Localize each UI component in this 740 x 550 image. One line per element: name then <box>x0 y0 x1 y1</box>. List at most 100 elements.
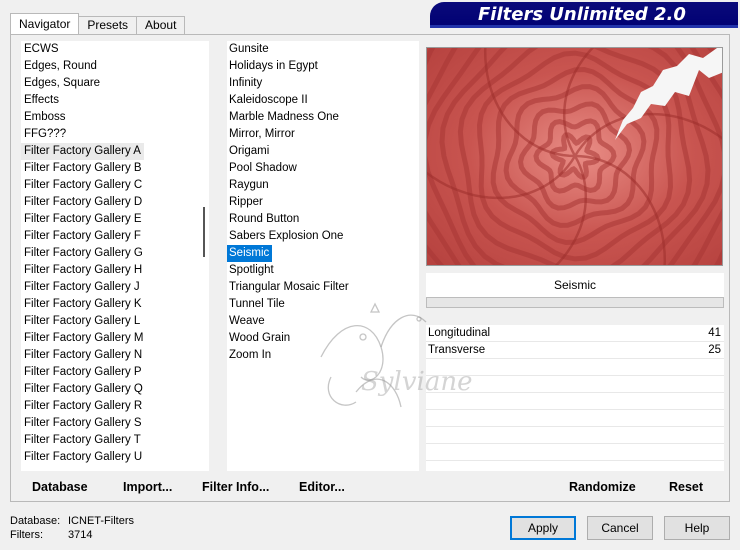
filter-list-row: Holidays in Egypt <box>227 58 419 75</box>
category-list-row: Emboss <box>21 109 209 126</box>
category-list-item[interactable]: Filter Factory Gallery D <box>21 194 209 211</box>
category-list-row: Filter Factory Gallery E <box>21 211 209 228</box>
filter-list-item[interactable]: Tunnel Tile <box>227 296 419 313</box>
category-list-item[interactable]: Effects <box>21 92 209 109</box>
filter-list-row: Spotlight <box>227 262 419 279</box>
filter-list-item[interactable]: Weave <box>227 313 419 330</box>
reset-button[interactable]: Reset <box>669 480 703 494</box>
category-list-item[interactable]: Filter Factory Gallery U <box>21 449 209 466</box>
filter-list-row: Mirror, Mirror <box>227 126 419 143</box>
category-list-item[interactable]: ECWS <box>21 41 209 58</box>
category-list-item[interactable]: Filter Factory Gallery H <box>21 262 209 279</box>
category-list[interactable]: ECWS Edges, Round Edges, Square Effects Embo… <box>21 41 209 471</box>
tab-bar: Navigator Presets About <box>10 13 186 34</box>
filter-list-item[interactable]: Raygun <box>227 177 419 194</box>
category-list-row: Filter Factory Gallery Q <box>21 381 209 398</box>
category-list-row: Filter Factory Gallery A <box>21 143 209 160</box>
category-list-item[interactable]: Filter Factory Gallery R <box>21 398 209 415</box>
param-row-transverse[interactable]: Transverse 25 <box>426 342 724 359</box>
filter-list-item[interactable]: Infinity <box>227 75 419 92</box>
category-list-item[interactable]: Filter Factory Gallery T <box>21 432 209 449</box>
category-list-item[interactable]: Filter Factory Gallery L <box>21 313 209 330</box>
category-list-row: Filter Factory Gallery L <box>21 313 209 330</box>
filter-list-item[interactable]: Origami <box>227 143 419 160</box>
filter-list-row: Pool Shadow <box>227 160 419 177</box>
category-list-row: Filter Factory Gallery H <box>21 262 209 279</box>
category-list-item[interactable]: Emboss <box>21 109 209 126</box>
filter-list-item[interactable]: Pool Shadow <box>227 160 419 177</box>
help-button[interactable]: Help <box>664 516 730 540</box>
category-list-row: Filter Factory Gallery P <box>21 364 209 381</box>
database-button[interactable]: Database <box>32 480 88 494</box>
database-label: Database: <box>10 515 61 527</box>
filter-list-row: Weave <box>227 313 419 330</box>
category-list-row: Filter Factory Gallery B <box>21 160 209 177</box>
category-list-row: Filter Factory Gallery U <box>21 449 209 466</box>
param-row-empty <box>426 444 724 461</box>
tab-about[interactable]: About <box>136 16 186 34</box>
category-list-item[interactable]: Filter Factory Gallery G <box>21 245 209 262</box>
category-list-item[interactable]: Filter Factory Gallery F <box>21 228 209 245</box>
category-scrollbar-thumb[interactable] <box>203 207 205 257</box>
category-list-row: Edges, Square <box>21 75 209 92</box>
param-name: Longitudinal <box>428 327 491 339</box>
filter-list-row: Triangular Mosaic Filter <box>227 279 419 296</box>
current-filter-name: Seismic <box>426 273 724 297</box>
category-list-item[interactable]: Filter Factory Gallery A <box>21 143 144 160</box>
filter-list-row: Marble Madness One <box>227 109 419 126</box>
filter-list-row: Kaleidoscope II <box>227 92 419 109</box>
param-row-empty <box>426 410 724 427</box>
randomize-button[interactable]: Randomize <box>569 480 636 494</box>
parameter-grid[interactable]: Longitudinal 41 Transverse 25 <box>426 325 724 471</box>
import-button[interactable]: Import... <box>123 480 172 494</box>
filter-list-item[interactable]: Zoom In <box>227 347 419 364</box>
category-list-row: Filter Factory Gallery N <box>21 347 209 364</box>
filter-list-item[interactable]: Gunsite <box>227 41 419 58</box>
filter-list-row: Round Button <box>227 211 419 228</box>
filter-list-item[interactable]: Triangular Mosaic Filter <box>227 279 419 296</box>
category-list-row: Filter Factory Gallery M <box>21 330 209 347</box>
filter-list-item[interactable]: Round Button <box>227 211 419 228</box>
filter-list-item[interactable]: Ripper <box>227 194 419 211</box>
tab-presets[interactable]: Presets <box>78 16 138 34</box>
filter-list-item[interactable]: Wood Grain <box>227 330 419 347</box>
category-list-item[interactable]: Filter Factory Gallery S <box>21 415 209 432</box>
editor-button[interactable]: Editor... <box>299 480 345 494</box>
category-list-item[interactable]: Filter Factory Gallery Q <box>21 381 209 398</box>
cancel-button[interactable]: Cancel <box>587 516 653 540</box>
filter-list[interactable]: Gunsite Holidays in Egypt Infinity Kaleidos… <box>227 41 419 471</box>
category-list-item[interactable]: FFG??? <box>21 126 209 143</box>
category-list-item[interactable]: Filter Factory Gallery J <box>21 279 209 296</box>
category-list-item[interactable]: Edges, Square <box>21 75 209 92</box>
left-button-bar: Database Import... Filter Info... Editor… <box>21 477 419 499</box>
filter-list-item[interactable]: Sabers Explosion One <box>227 228 419 245</box>
filter-list-item[interactable]: Holidays in Egypt <box>227 58 419 75</box>
category-list-item[interactable]: Filter Factory Gallery M <box>21 330 209 347</box>
category-list-row: Filter Factory Gallery F <box>21 228 209 245</box>
apply-button[interactable]: Apply <box>510 516 576 540</box>
category-list-item[interactable]: Edges, Round <box>21 58 209 75</box>
param-row-longitudinal[interactable]: Longitudinal 41 <box>426 325 724 342</box>
filter-list-item[interactable]: Seismic <box>227 245 273 262</box>
category-list-item[interactable]: Filter Factory Gallery C <box>21 177 209 194</box>
filter-info-button[interactable]: Filter Info... <box>202 480 269 494</box>
param-value: 41 <box>708 327 721 339</box>
tab-navigator[interactable]: Navigator <box>10 13 80 34</box>
filter-list-row: Gunsite <box>227 41 419 58</box>
filter-list-item[interactable]: Kaleidoscope II <box>227 92 419 109</box>
filters-count: 3714 <box>68 529 93 541</box>
preview-image <box>427 48 722 265</box>
category-list-item[interactable]: Filter Factory Gallery P <box>21 364 209 381</box>
filter-list-item[interactable]: Marble Madness One <box>227 109 419 126</box>
category-list-item[interactable]: Filter Factory Gallery N <box>21 347 209 364</box>
filter-list-row: Ripper <box>227 194 419 211</box>
filter-list-item[interactable]: Mirror, Mirror <box>227 126 419 143</box>
filter-list-item[interactable]: Spotlight <box>227 262 419 279</box>
category-list-item[interactable]: Filter Factory Gallery K <box>21 296 209 313</box>
category-list-item[interactable]: Filter Factory Gallery B <box>21 160 209 177</box>
filter-list-row: Seismic <box>227 245 419 262</box>
category-list-row: Filter Factory Gallery T <box>21 432 209 449</box>
category-scrollbar[interactable] <box>209 41 219 471</box>
category-list-item[interactable]: Filter Factory Gallery E <box>21 211 209 228</box>
filter-list-row: Tunnel Tile <box>227 296 419 313</box>
